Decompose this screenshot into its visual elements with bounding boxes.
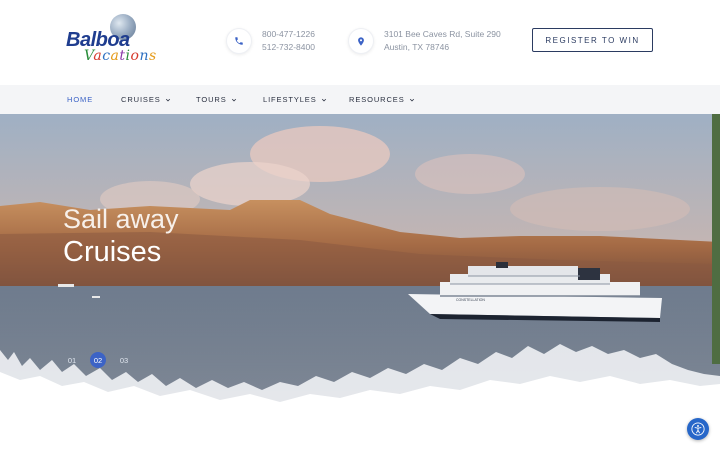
- hero-title: Cruises: [63, 236, 162, 268]
- nav-item-tours[interactable]: TOURS: [196, 85, 237, 114]
- slide-dot-03[interactable]: 03: [116, 352, 132, 368]
- nav-item-label: TOURS: [196, 95, 227, 104]
- nav-item-lifestyles[interactable]: LIFESTYLES: [263, 85, 327, 114]
- phone-icon[interactable]: [226, 28, 252, 54]
- chevron-down-icon: [231, 98, 236, 101]
- nav-item-label: HOME: [67, 95, 94, 104]
- phone-number-2[interactable]: 512-732-8400: [262, 41, 315, 54]
- address-contact: 3101 Bee Caves Rd, Suite 290 Austin, TX …: [348, 28, 501, 54]
- hero-pre-title: Sail away: [63, 204, 179, 234]
- chevron-down-icon: [165, 98, 170, 101]
- accessibility-button[interactable]: [687, 418, 709, 440]
- balboa-vacations-logo[interactable]: Balboa Vacations: [66, 14, 166, 70]
- address-line-2: Austin, TX 78746: [384, 42, 450, 52]
- ship-name-text: CONSTELLATION: [456, 298, 485, 302]
- slide-pagination: 01 02 03: [64, 352, 142, 368]
- accessibility-icon: [691, 422, 705, 436]
- register-to-win-button[interactable]: REGISTER TO WIN: [532, 28, 653, 52]
- phone-contact: 800-477-1226 512-732-8400: [226, 28, 315, 54]
- chevron-down-icon: [321, 98, 326, 101]
- hero-background-image: CONSTELLATION: [0, 114, 720, 450]
- address-line-1: 3101 Bee Caves Rd, Suite 290: [384, 29, 501, 39]
- nav-item-cruises[interactable]: CRUISES: [121, 85, 171, 114]
- slide-dot-02[interactable]: 02: [90, 352, 106, 368]
- chevron-down-icon: [409, 98, 414, 101]
- phone-number-1[interactable]: 800-477-1226: [262, 28, 315, 41]
- site-header: Balboa Vacations 800-477-1226 512-732-84…: [0, 0, 720, 85]
- slide-dot-01[interactable]: 01: [64, 352, 80, 368]
- nav-item-home[interactable]: HOME: [67, 85, 93, 114]
- nav-item-label: LIFESTYLES: [263, 95, 317, 104]
- hero-heading: Sail away Cruises: [63, 203, 179, 269]
- nav-item-resources[interactable]: RESOURCES: [349, 85, 415, 114]
- nav-item-label: CRUISES: [121, 95, 161, 104]
- hero-slider: CONSTELLATION Sail away Cruises 01 02 03: [0, 114, 720, 450]
- logo-text-vacations: Vacations: [84, 48, 157, 64]
- map-pin-icon[interactable]: [348, 28, 374, 54]
- main-nav: HOME CRUISES TOURS LIFESTYLES RESOURCES: [0, 85, 720, 114]
- nav-item-label: RESOURCES: [349, 95, 405, 104]
